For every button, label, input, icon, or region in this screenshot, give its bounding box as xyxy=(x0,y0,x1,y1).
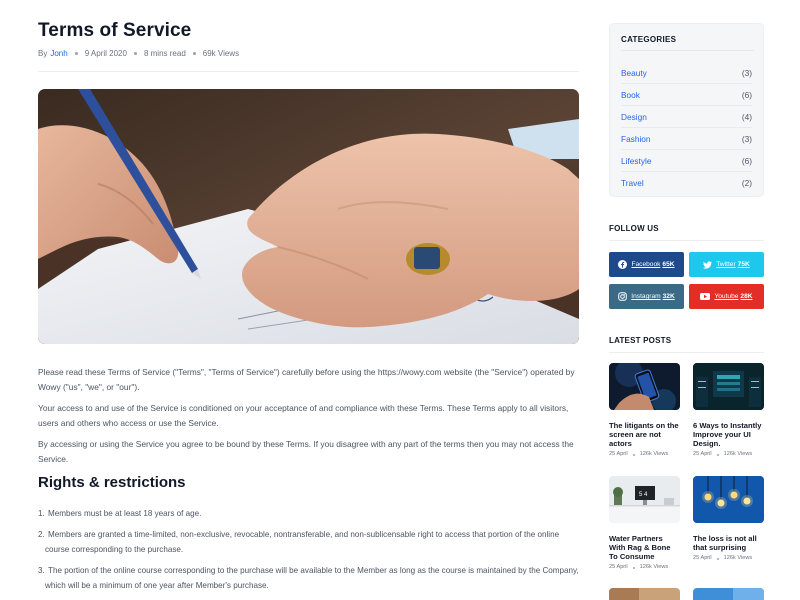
twitter-button[interactable]: Twitter 75K xyxy=(689,252,764,277)
post-meta: 25 April 126k Views xyxy=(609,564,680,570)
latest-post-card[interactable]: 5 4 Water Partners With Rag & Bone To Co… xyxy=(609,476,680,570)
post-meta: 25 April 126k Views xyxy=(609,451,680,457)
light-bulbs-thumbnail[interactable] xyxy=(693,476,764,523)
category-count: (6) xyxy=(741,155,752,166)
post-title[interactable]: The loss is not all that surprising xyxy=(693,534,764,552)
post-title[interactable]: 6 Ways to Instantly Improve your UI Desi… xyxy=(693,421,764,448)
category-count: (3) xyxy=(741,67,752,78)
server-room-thumbnail[interactable] xyxy=(693,363,764,410)
twitter-count: 75K xyxy=(737,261,750,268)
list-number: 2. xyxy=(38,530,45,540)
post-thumbnail[interactable] xyxy=(693,588,764,600)
category-count: (6) xyxy=(741,89,752,100)
meta-date: 9 April 2020 xyxy=(84,49,127,58)
post-meta: 25 April 126k Views xyxy=(693,451,764,457)
category-link[interactable]: Travel xyxy=(621,178,644,188)
latest-post-card[interactable]: 6 Ways to Instantly Improve your UI Desi… xyxy=(693,363,764,457)
author-link[interactable]: Jonh xyxy=(50,49,67,58)
post-date: 25 April xyxy=(693,555,712,561)
category-link[interactable]: Book xyxy=(621,90,640,100)
divider xyxy=(609,240,764,241)
facebook-icon xyxy=(618,260,628,269)
hand-signing-document-image xyxy=(38,89,579,344)
page-title: Terms of Service xyxy=(38,20,192,41)
latest-post-card[interactable] xyxy=(609,588,680,600)
youtube-icon xyxy=(700,293,711,300)
post-thumbnail[interactable] xyxy=(609,588,680,600)
hero-image xyxy=(38,89,579,344)
twitter-label: Twitter xyxy=(716,261,736,268)
divider xyxy=(609,352,764,353)
category-item-lifestyle[interactable]: Lifestyle (6) xyxy=(621,150,752,172)
category-link[interactable]: Beauty xyxy=(621,68,647,78)
twitter-icon xyxy=(703,260,713,269)
list-number: 1. xyxy=(38,509,45,518)
category-item-travel[interactable]: Travel (2) xyxy=(621,172,752,194)
youtube-count: 28K xyxy=(740,293,753,300)
post-views: 126k Views xyxy=(639,564,669,570)
desk-monitor-thumbnail[interactable]: 5 4 xyxy=(609,476,680,523)
post-meta: 25 April 126k Views xyxy=(693,555,764,561)
post-views: 126k Views xyxy=(723,555,753,561)
category-item-design[interactable]: Design (4) xyxy=(621,106,752,128)
agreement-paragraph: By accessing or using the Service you ag… xyxy=(38,439,574,464)
meta-separator xyxy=(192,52,196,55)
categories-widget: CATEGORIES Beauty (3) Book (6) Design (4) F… xyxy=(609,23,764,197)
category-item-fashion[interactable]: Fashion (3) xyxy=(621,128,752,150)
category-link[interactable]: Lifestyle xyxy=(621,156,651,166)
facebook-label: Facebook xyxy=(631,261,661,268)
instagram-label: Instagram xyxy=(631,293,661,300)
facebook-button[interactable]: Facebook 65K xyxy=(609,252,684,277)
list-item: 2. Members are granted a time-limited, no… xyxy=(38,528,579,557)
category-count: (4) xyxy=(741,111,752,122)
latest-post-card[interactable]: The loss is not all that surprising 25 A… xyxy=(693,476,764,561)
post-title[interactable]: The litigants on the screen are not acto… xyxy=(609,421,680,448)
list-item: 1. Members must be at least 18 years of a… xyxy=(38,507,579,521)
meta-views: 69k Views xyxy=(202,49,240,58)
latest-posts-heading: LATEST POSTS xyxy=(609,336,672,345)
meta-read-time: 8 mins read xyxy=(143,49,186,58)
post-date: 25 April xyxy=(609,451,628,457)
article-meta: By Jonh 9 April 2020 8 mins read 69k Vie… xyxy=(38,49,239,58)
follow-us-heading: FOLLOW US xyxy=(609,224,659,233)
instagram-icon xyxy=(618,292,628,301)
youtube-button[interactable]: Youtube 28K xyxy=(689,284,764,309)
meta-divider xyxy=(38,71,579,72)
category-item-book[interactable]: Book (6) xyxy=(621,84,752,106)
category-item-beauty[interactable]: Beauty (3) xyxy=(621,62,752,84)
categories-heading: CATEGORIES xyxy=(621,35,677,44)
access-paragraph: Your access to and use of the Service is… xyxy=(38,403,569,428)
category-link[interactable]: Fashion xyxy=(621,134,651,144)
instagram-button[interactable]: Instagram 32K xyxy=(609,284,684,309)
category-count: (3) xyxy=(741,133,752,144)
meta-separator xyxy=(133,52,137,55)
list-item: 3. The portion of the online course corre… xyxy=(38,564,579,593)
list-text: Members must be at least 18 years of age… xyxy=(48,509,202,518)
section-heading: Rights & restrictions xyxy=(38,474,186,491)
svg-text:5 4: 5 4 xyxy=(639,492,648,498)
categories-list: Beauty (3) Book (6) Design (4) Fashion (3) L… xyxy=(621,62,752,194)
meta-separator xyxy=(74,52,78,55)
post-views: 126k Views xyxy=(639,451,669,457)
meta-by-label: By xyxy=(38,49,48,58)
rights-list: 1. Members must be at least 18 years of a… xyxy=(38,507,579,600)
latest-post-card[interactable] xyxy=(693,588,764,600)
divider xyxy=(621,50,754,51)
post-date: 25 April xyxy=(609,564,628,570)
latest-post-card[interactable]: The litigants on the screen are not acto… xyxy=(609,363,680,457)
list-number: 3. xyxy=(38,566,45,576)
list-text: The portion of the online course corresp… xyxy=(45,566,579,590)
instagram-count: 32K xyxy=(662,293,675,300)
post-date: 25 April xyxy=(693,451,712,457)
category-count: (2) xyxy=(741,178,752,188)
list-text: Members are granted a time-limited, non-… xyxy=(45,530,560,554)
post-title[interactable]: Water Partners With Rag & Bone To Consum… xyxy=(609,534,680,561)
facebook-count: 65K xyxy=(662,261,675,268)
youtube-label: Youtube xyxy=(714,293,739,300)
post-views: 126k Views xyxy=(723,451,753,457)
intro-paragraph: Please read these Terms of Service ("Ter… xyxy=(38,367,575,392)
category-link[interactable]: Design xyxy=(621,112,647,122)
hand-holding-phone-thumbnail[interactable] xyxy=(609,363,680,410)
